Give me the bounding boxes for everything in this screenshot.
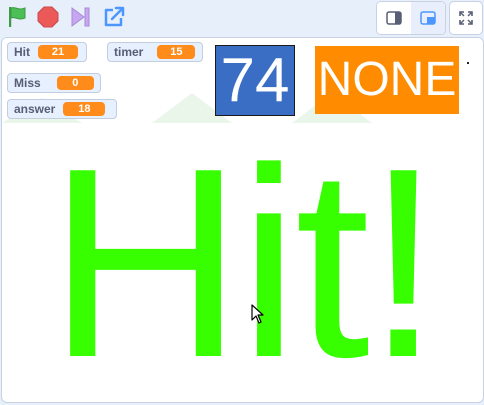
monitor-timer[interactable]: timer 15 [107,42,203,62]
turbo-icon [71,7,90,27]
flag-icon [9,7,26,27]
dot-sprite [467,62,469,64]
monitor-miss[interactable]: Miss 0 [7,73,101,93]
stage-toolbar [0,0,484,36]
hit-message-sprite[interactable]: Hit! [2,124,483,403]
large-stage-icon [420,11,436,25]
share-icon [104,6,125,27]
stop-icon [37,6,59,28]
turbo-button[interactable] [66,2,96,32]
monitor-hit-value: 21 [38,45,78,59]
monitor-hit-label: Hit [14,45,30,59]
small-stage-button[interactable] [377,2,412,34]
status-sprite[interactable]: NONE [315,46,459,114]
stage-size-toggle [376,1,446,35]
stop-button[interactable] [33,2,63,32]
monitor-miss-label: Miss [14,76,41,90]
monitor-timer-label: timer [114,45,144,59]
mouse-pointer-icon [251,304,264,324]
fullscreen-button[interactable] [449,1,483,35]
share-button[interactable] [99,2,129,32]
large-stage-button[interactable] [411,2,445,34]
stage[interactable]: Hit 21 timer 15 Miss 0 answer 18 74 NONE… [1,37,484,403]
monitor-timer-value: 15 [157,45,196,59]
fullscreen-icon [459,11,473,25]
small-stage-icon [386,11,402,25]
number-sprite[interactable]: 74 [215,45,295,116]
green-flag-button[interactable] [2,2,32,32]
monitor-hit[interactable]: Hit 21 [7,42,87,62]
monitor-miss-value: 0 [56,76,94,90]
